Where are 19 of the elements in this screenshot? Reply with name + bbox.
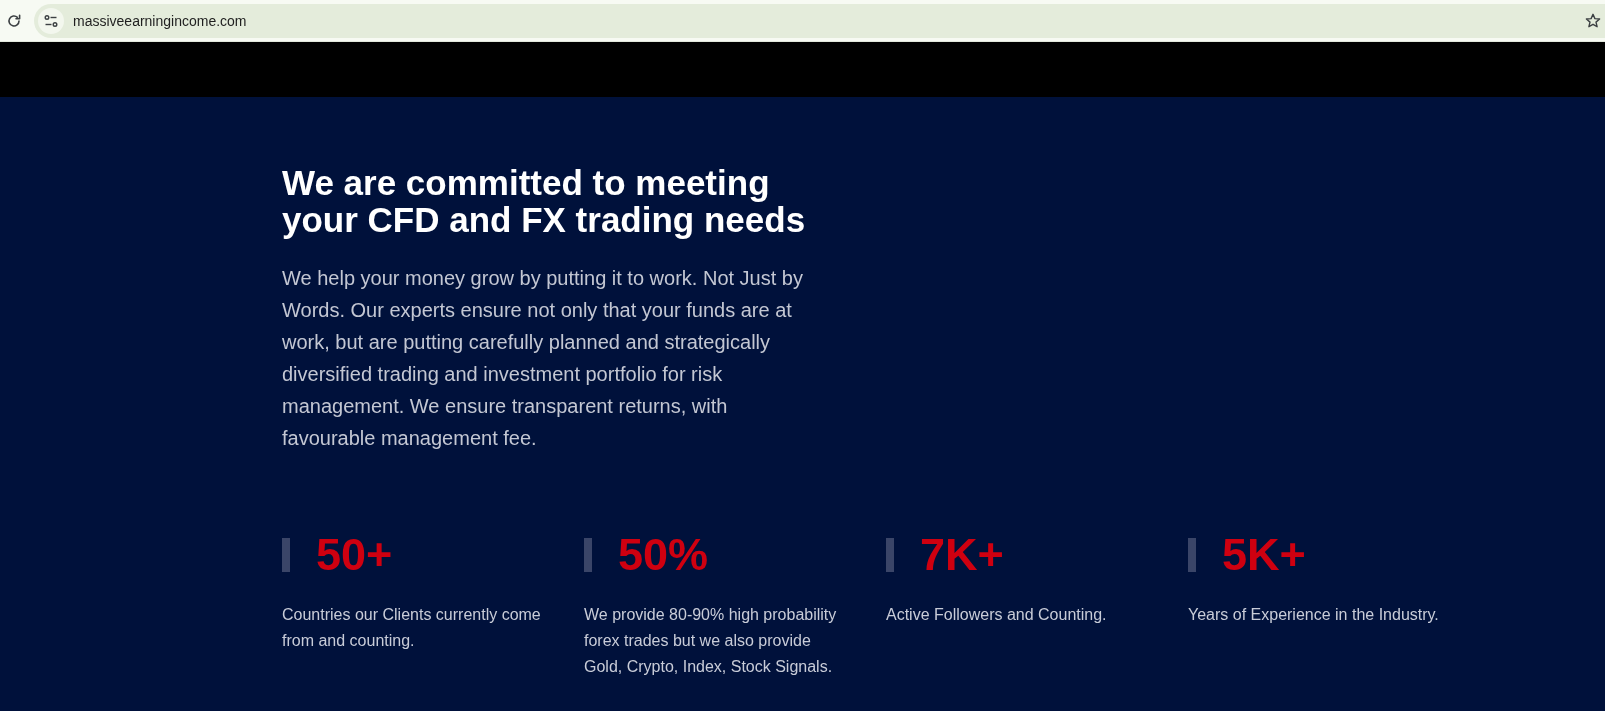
stat-description: Active Followers and Counting.: [886, 605, 1108, 625]
stat-value: 50%: [618, 533, 709, 577]
accent-bar: [282, 538, 290, 572]
stat-value: 7K+: [920, 533, 1004, 577]
accent-bar: [584, 538, 592, 572]
hero-paragraph: We help your money grow by putting it to work. Not Just by Words. Our experts ensure not only that your funds are at work, but are putting carefully planned and strategically diversified trading and investment portfolio for risk management. We ensure transparent returns, with favourable management fee.: [282, 266, 804, 451]
stat-description: We provide 80-90% high probability forex trades but we also provide Gold, Crypto, Index, Stock Signals.: [584, 605, 838, 677]
stat-description: Countries our Clients currently come from and counting.: [282, 605, 542, 651]
url-text: massiveearningincome.com: [73, 12, 248, 29]
stat-value: 5K+: [1222, 533, 1306, 577]
stat-description: Years of Experience in the Industry.: [1188, 605, 1440, 625]
accent-bar: [1188, 538, 1196, 572]
stat-value: 50+: [316, 533, 393, 577]
hero-heading: We are committed to meeting your CFD and FX trading needs: [282, 164, 807, 238]
bookmark-star-icon[interactable]: [1585, 12, 1601, 29]
reload-icon[interactable]: [6, 12, 22, 29]
site-settings-icon[interactable]: [38, 7, 64, 34]
address-bar[interactable]: massiveearningincome.com: [34, 3, 1605, 38]
accent-bar: [886, 538, 894, 572]
